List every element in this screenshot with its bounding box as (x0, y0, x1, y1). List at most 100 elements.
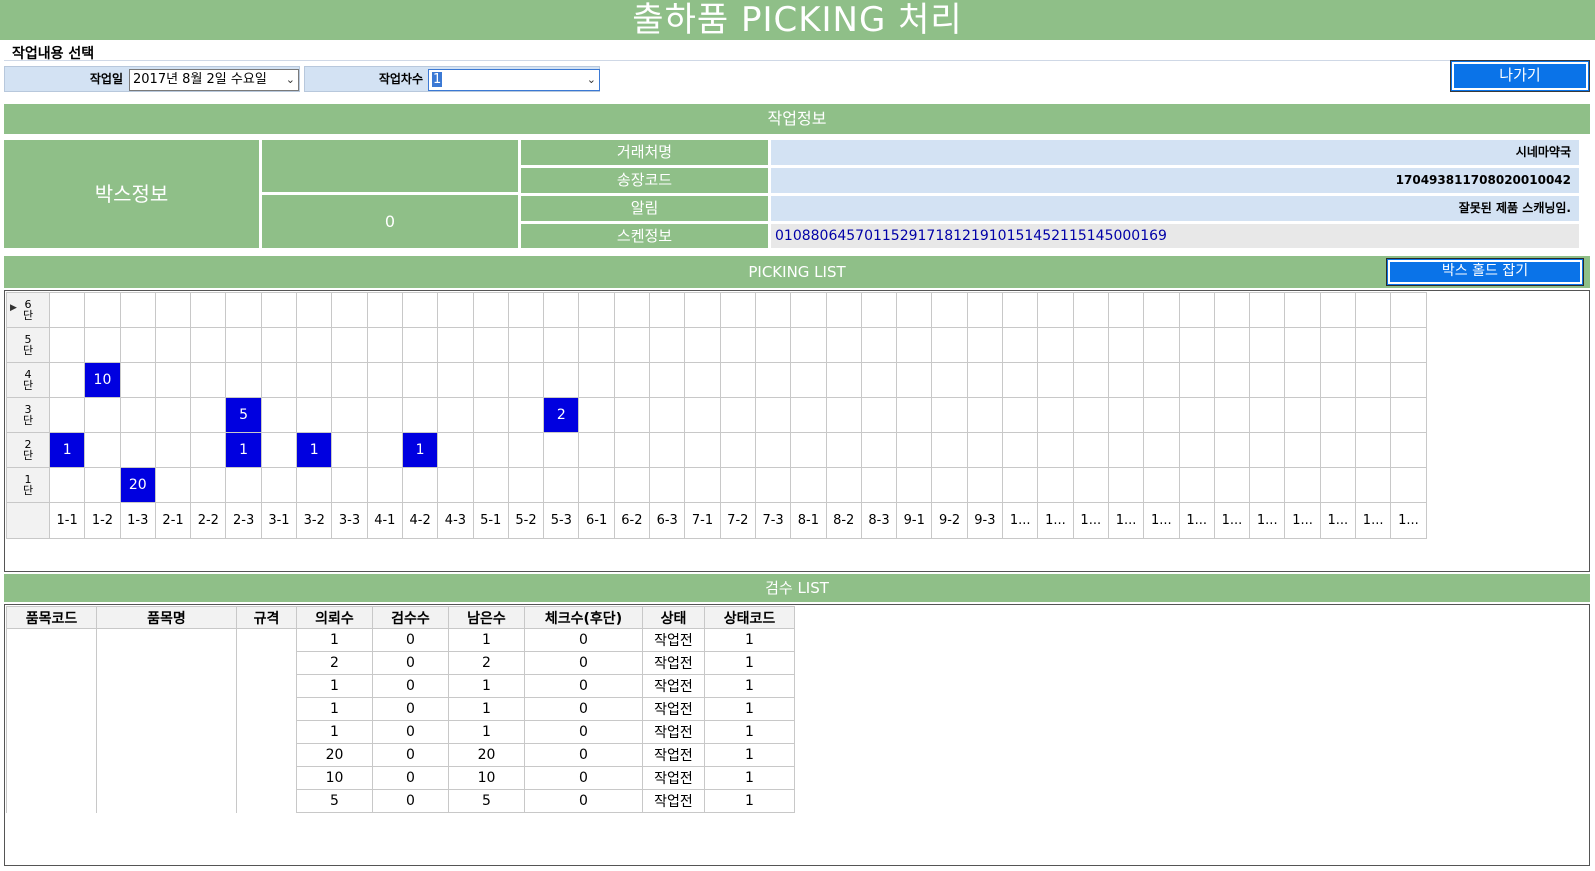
picking-cell[interactable] (401, 362, 439, 398)
picking-cell[interactable] (1037, 362, 1074, 398)
picking-cell[interactable] (578, 292, 615, 328)
picking-cell[interactable] (966, 467, 1004, 503)
picking-cell[interactable] (790, 467, 827, 503)
picking-cell[interactable] (825, 327, 862, 363)
picking-cell[interactable] (825, 292, 862, 328)
picking-cell[interactable] (1284, 327, 1321, 363)
picking-cell[interactable] (649, 292, 686, 328)
picking-cell[interactable] (1319, 397, 1356, 433)
picking-cell[interactable] (472, 362, 509, 398)
picking-cell[interactable] (366, 327, 403, 363)
inspection-column-header[interactable]: 품목코드 (6, 606, 97, 629)
picking-cell[interactable] (1178, 292, 1215, 328)
picking-column-header[interactable]: 1... (1390, 502, 1427, 539)
picking-cell[interactable] (437, 467, 474, 503)
picking-cell[interactable] (331, 327, 368, 363)
picking-cell[interactable] (331, 362, 368, 398)
picking-cell[interactable] (649, 362, 686, 398)
picking-cell[interactable]: 1 (225, 432, 262, 468)
picking-cell[interactable] (260, 467, 298, 503)
picking-cell[interactable] (684, 327, 721, 363)
picking-cell[interactable] (966, 327, 1004, 363)
picking-column-header[interactable]: 1... (1249, 502, 1286, 539)
picking-cell[interactable] (719, 327, 756, 363)
picking-row-header[interactable]: 5 단 (6, 327, 50, 363)
table-row[interactable]: 1 0 1 0 작업전 1 (6, 628, 795, 652)
picking-cell[interactable] (1284, 467, 1321, 503)
picking-cell[interactable]: 20 (119, 467, 156, 503)
picking-cell[interactable] (1037, 292, 1074, 328)
picking-cell[interactable] (1072, 397, 1109, 433)
picking-cell[interactable] (331, 432, 368, 468)
picking-cell[interactable] (154, 467, 192, 503)
table-row[interactable]: 10 0 10 0 작업전 1 (6, 766, 795, 790)
picking-cell[interactable] (1037, 397, 1074, 433)
picking-cell[interactable] (1213, 292, 1251, 328)
picking-cell[interactable] (578, 397, 615, 433)
picking-cell[interactable] (154, 362, 192, 398)
inspection-column-header[interactable]: 규격 (236, 606, 297, 629)
picking-column-header[interactable]: 8-2 (825, 502, 862, 539)
picking-column-header[interactable]: 1... (1107, 502, 1145, 539)
picking-cell[interactable] (543, 292, 580, 328)
picking-cell[interactable] (1072, 467, 1109, 503)
picking-cell[interactable] (1002, 467, 1039, 503)
picking-cell[interactable] (613, 397, 651, 433)
picking-cell[interactable] (1319, 327, 1356, 363)
picking-cell[interactable] (754, 327, 792, 363)
picking-cell[interactable] (1002, 362, 1039, 398)
picking-cell[interactable] (507, 397, 545, 433)
picking-cell[interactable] (825, 362, 862, 398)
picking-cell[interactable] (1354, 432, 1392, 468)
picking-column-header[interactable]: 4-1 (366, 502, 403, 539)
picking-cell[interactable] (437, 432, 474, 468)
picking-cell[interactable] (48, 292, 86, 328)
picking-cell[interactable]: 2 (543, 397, 580, 433)
inspection-column-header[interactable]: 의뢰수 (296, 606, 373, 629)
picking-cell[interactable] (613, 467, 651, 503)
picking-column-header[interactable]: 1... (1319, 502, 1356, 539)
picking-cell[interactable] (1390, 327, 1427, 363)
table-row[interactable]: 1 0 1 0 작업전 1 (6, 720, 795, 744)
picking-cell[interactable] (578, 467, 615, 503)
picking-cell[interactable] (331, 397, 368, 433)
picking-cell[interactable] (790, 362, 827, 398)
picking-cell[interactable] (472, 292, 509, 328)
picking-cell[interactable] (896, 362, 933, 398)
picking-cell[interactable] (1107, 432, 1145, 468)
inspection-column-header[interactable]: 상태 (642, 606, 705, 629)
picking-column-header[interactable]: 6-1 (578, 502, 615, 539)
picking-cell[interactable] (1249, 432, 1286, 468)
picking-cell[interactable] (825, 397, 862, 433)
picking-cell[interactable] (260, 292, 298, 328)
picking-cell[interactable] (966, 432, 1004, 468)
picking-column-header[interactable]: 6-2 (613, 502, 651, 539)
picking-cell[interactable] (1390, 432, 1427, 468)
picking-cell[interactable] (896, 397, 933, 433)
picking-column-header[interactable]: 4-3 (437, 502, 474, 539)
picking-cell[interactable] (578, 327, 615, 363)
picking-cell[interactable] (1002, 397, 1039, 433)
inspection-column-header[interactable]: 남은수 (448, 606, 525, 629)
picking-cell[interactable] (154, 327, 192, 363)
picking-column-header[interactable]: 9-1 (896, 502, 933, 539)
picking-cell[interactable] (1072, 362, 1109, 398)
table-row[interactable]: 5 0 5 0 작업전 1 (6, 789, 795, 813)
picking-cell[interactable] (1178, 432, 1215, 468)
picking-column-header[interactable]: 1... (1284, 502, 1321, 539)
picking-cell[interactable] (790, 432, 827, 468)
picking-cell[interactable] (296, 397, 333, 433)
picking-column-header[interactable]: 1... (1072, 502, 1109, 539)
picking-cell[interactable] (649, 432, 686, 468)
table-row[interactable]: 1 0 1 0 작업전 1 (6, 674, 795, 698)
picking-cell[interactable] (1213, 397, 1251, 433)
picking-cell[interactable] (1354, 467, 1392, 503)
picking-cell[interactable] (1213, 467, 1251, 503)
picking-cell[interactable] (790, 292, 827, 328)
picking-cell[interactable] (190, 432, 227, 468)
picking-cell[interactable] (1213, 327, 1251, 363)
picking-cell[interactable] (366, 292, 403, 328)
picking-cell[interactable] (366, 432, 403, 468)
picking-cell[interactable] (966, 362, 1004, 398)
picking-cell[interactable] (1249, 292, 1286, 328)
